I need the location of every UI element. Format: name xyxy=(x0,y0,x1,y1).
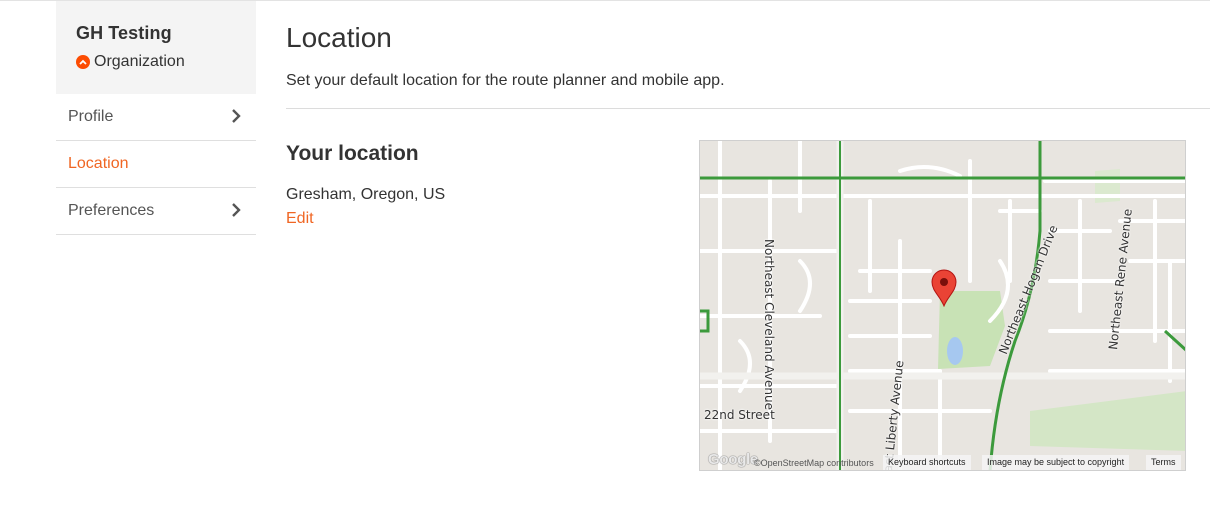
sidebar-item-label: Profile xyxy=(68,108,114,125)
google-logo[interactable]: Google xyxy=(708,451,758,468)
page-title: Location xyxy=(286,22,392,53)
chevron-right-icon xyxy=(232,203,241,217)
sidebar-item-label: Preferences xyxy=(68,202,155,219)
chevron-right-icon xyxy=(232,109,241,123)
terms-link[interactable]: Terms xyxy=(1146,455,1181,470)
location-value: Gresham, Oregon, US xyxy=(286,186,446,203)
sidebar-item-preferences[interactable]: Preferences xyxy=(56,188,256,235)
settings-sidebar: GH Testing Organization Profile Location… xyxy=(56,1,256,235)
location-map[interactable]: Northeast Cleveland Avenue Northeast Hog… xyxy=(699,140,1186,471)
section-divider xyxy=(286,108,1210,109)
sidebar-item-label: Location xyxy=(68,155,129,172)
sidebar-item-location[interactable]: Location xyxy=(56,141,256,188)
keyboard-shortcuts-link[interactable]: Keyboard shortcuts xyxy=(883,455,971,470)
osm-credit: ©OpenStreetMap contributors xyxy=(754,458,874,468)
organization-card: GH Testing Organization xyxy=(56,1,256,94)
street-label: 22nd Street xyxy=(704,408,775,422)
chevron-up-circle-icon xyxy=(76,55,90,69)
organization-name: GH Testing xyxy=(76,23,172,43)
page-description: Set your default location for the route … xyxy=(286,72,725,89)
copyright-notice: Image may be subject to copyright xyxy=(982,455,1130,470)
map-marker-icon[interactable] xyxy=(930,269,958,307)
section-title: Your location xyxy=(286,142,419,165)
edit-location-link[interactable]: Edit xyxy=(286,210,314,228)
sidebar-item-profile[interactable]: Profile xyxy=(56,94,256,141)
street-label: Northeast Cleveland Avenue xyxy=(762,239,776,410)
organization-type[interactable]: Organization xyxy=(76,53,256,71)
organization-type-label: Organization xyxy=(94,53,185,70)
